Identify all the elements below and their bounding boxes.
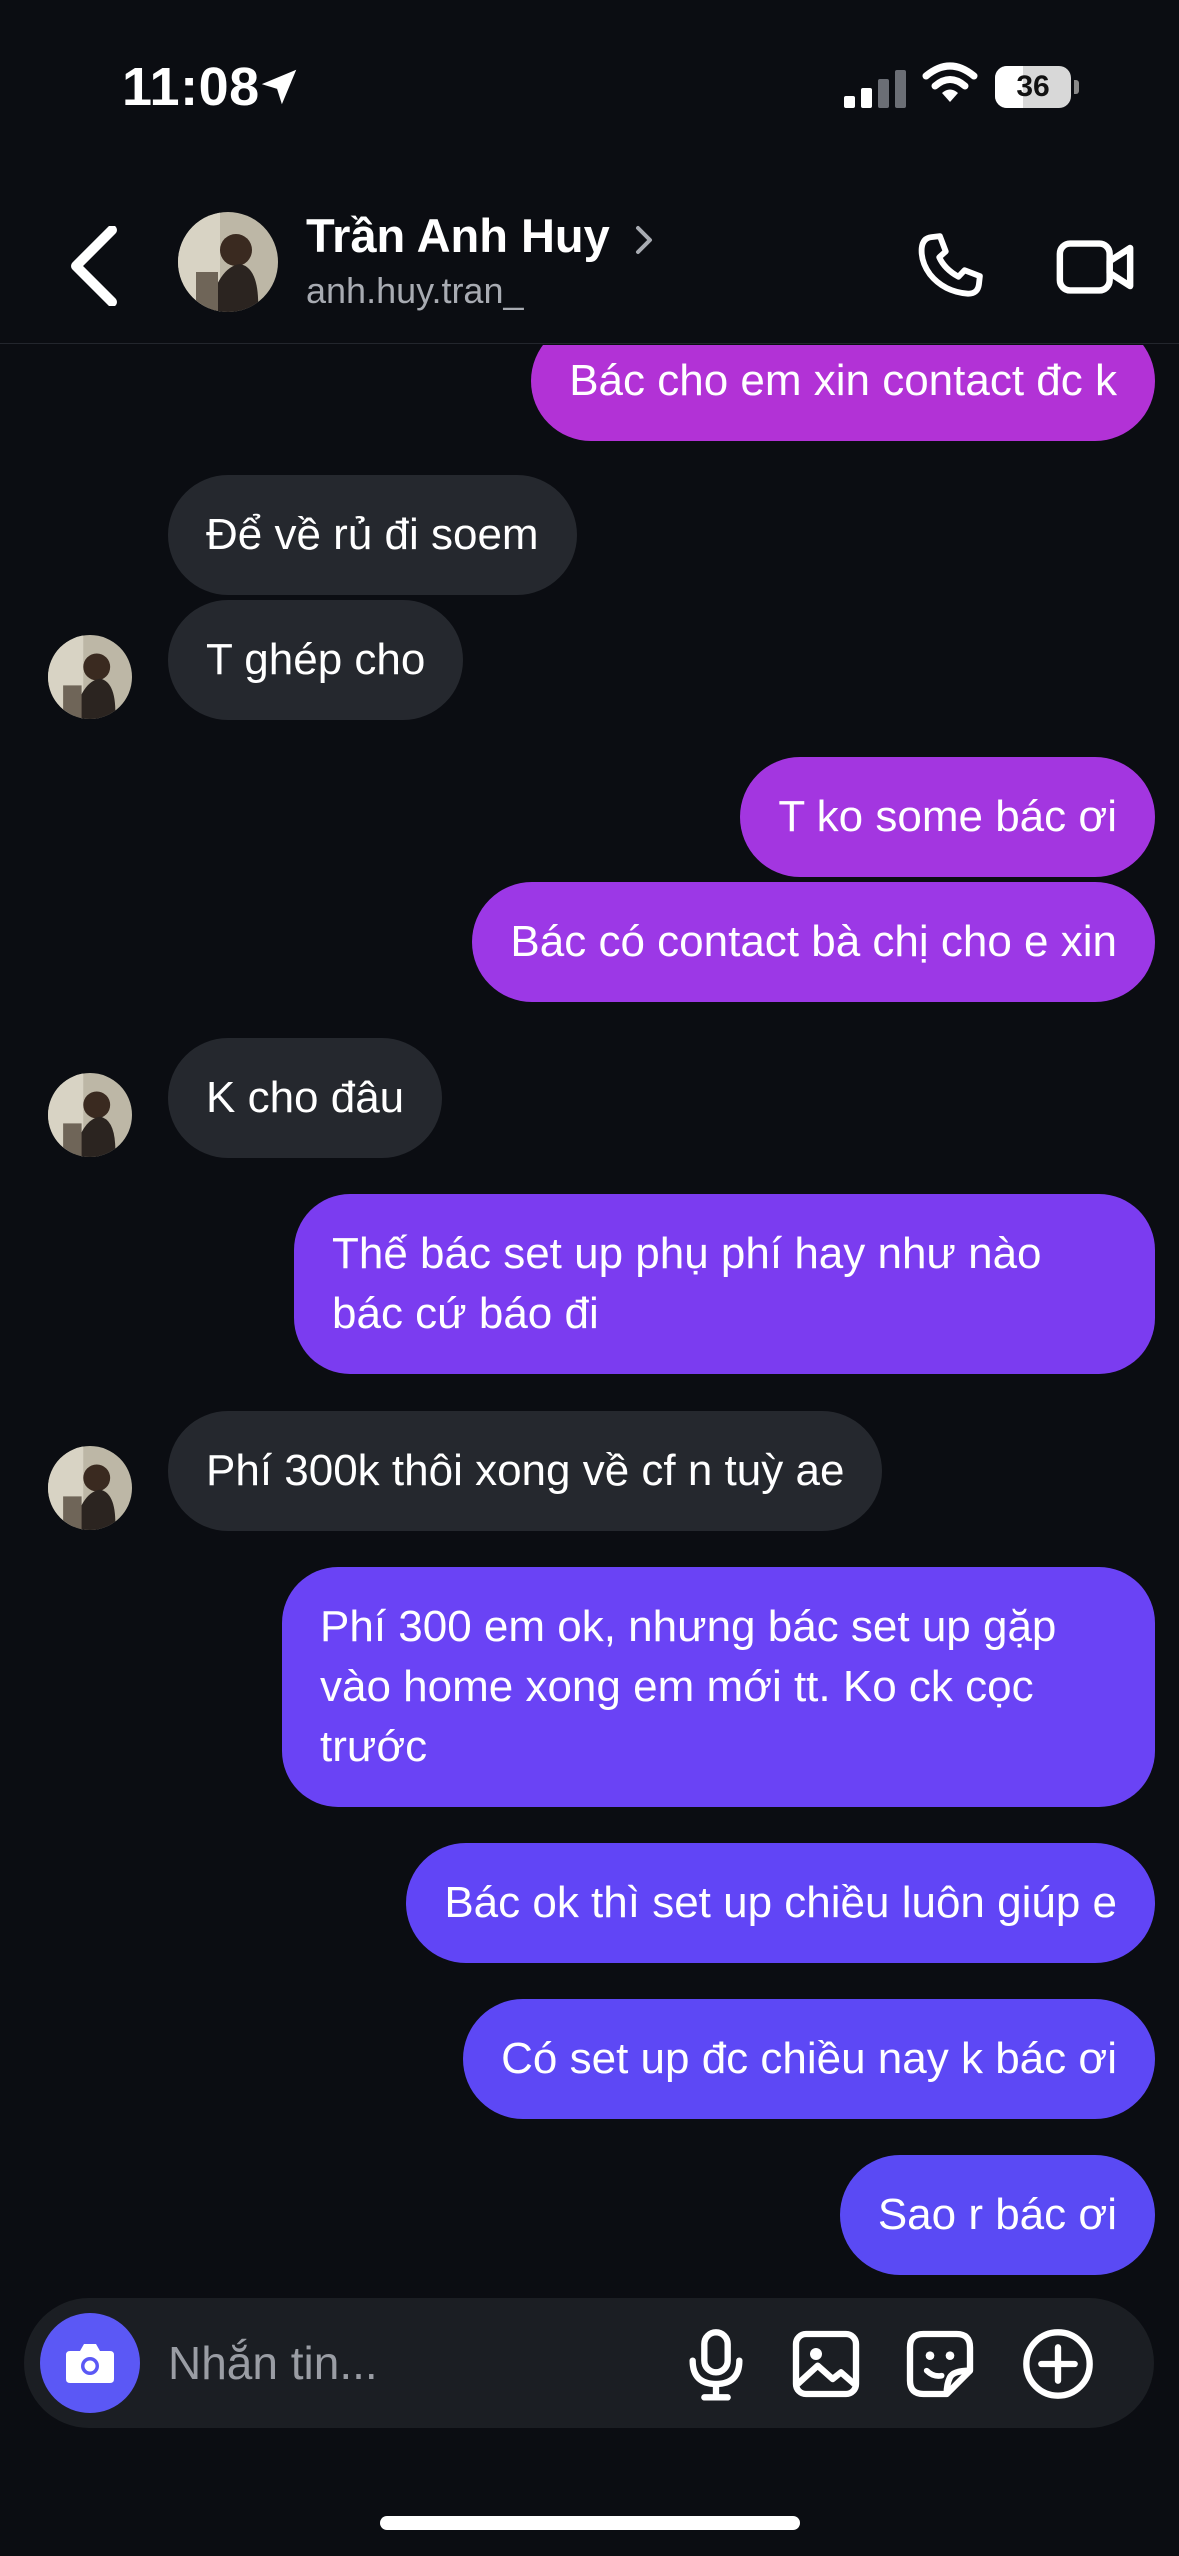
message-bubble-outgoing[interactable]: Bác cho em xin contact đc k bbox=[531, 345, 1155, 441]
chat-header: Trần Anh Huy anh.huy.tran_ bbox=[0, 190, 1179, 344]
message-bubble-outgoing[interactable]: T ko some bác ơi bbox=[740, 757, 1155, 877]
wifi-icon bbox=[922, 62, 978, 102]
message-input[interactable] bbox=[168, 2328, 628, 2398]
contact-avatar-small[interactable] bbox=[48, 635, 132, 719]
camera-button[interactable] bbox=[40, 2313, 140, 2413]
location-arrow-icon bbox=[261, 69, 297, 105]
contact-avatar[interactable] bbox=[178, 212, 278, 312]
message-bubble-outgoing[interactable]: Phí 300 em ok, nhưng bác set up gặp vào … bbox=[282, 1567, 1155, 1807]
video-camera-icon[interactable] bbox=[1054, 230, 1136, 304]
battery-indicator: 36 bbox=[995, 66, 1079, 108]
contact-name[interactable]: Trần Anh Huy bbox=[306, 208, 610, 263]
image-icon[interactable] bbox=[786, 2324, 866, 2404]
camera-icon bbox=[66, 2344, 114, 2383]
chevron-right-icon[interactable] bbox=[632, 220, 658, 260]
message-bubble-outgoing[interactable]: Sao r bác ơi bbox=[839, 2155, 1155, 2275]
home-indicator[interactable] bbox=[380, 2516, 800, 2530]
message-bubble-incoming[interactable]: Phí 300k thôi xong về cf n tuỳ ae bbox=[168, 1411, 883, 1531]
phone-icon[interactable] bbox=[910, 228, 988, 306]
plus-circle-icon[interactable] bbox=[1018, 2324, 1098, 2404]
sticker-icon[interactable] bbox=[900, 2324, 980, 2404]
battery-level-text: 36 bbox=[1016, 70, 1050, 103]
contact-avatar-small[interactable] bbox=[48, 1446, 132, 1530]
chat-screen: 11:08 36 Trần Anh Huy anh.huy.tran_ Bác … bbox=[0, 0, 1179, 2556]
message-bubble-incoming[interactable]: Để về rủ đi soem bbox=[168, 475, 577, 595]
message-composer bbox=[24, 2298, 1154, 2428]
message-bubble-outgoing[interactable]: Có set up đc chiều nay k bác ơi bbox=[463, 1999, 1155, 2119]
message-bubble-incoming[interactable]: K cho đâu bbox=[168, 1038, 443, 1158]
contact-handle[interactable]: anh.huy.tran_ bbox=[306, 270, 524, 312]
microphone-icon[interactable] bbox=[676, 2324, 756, 2404]
message-bubble-outgoing[interactable]: Bác ok thì set up chiều luôn giúp e bbox=[406, 1843, 1155, 1963]
message-bubble-outgoing[interactable]: Thế bác set up phụ phí hay như nào bác c… bbox=[294, 1194, 1155, 1374]
message-bubble-incoming[interactable]: T ghép cho bbox=[168, 600, 464, 720]
cellular-signal-icon bbox=[844, 70, 906, 108]
chevron-left-icon[interactable] bbox=[64, 226, 124, 306]
status-time: 11:08 bbox=[122, 57, 260, 117]
contact-avatar-small[interactable] bbox=[48, 1073, 132, 1157]
message-list[interactable]: Bác cho em xin contact đc k Để về rủ đi … bbox=[0, 345, 1179, 2280]
message-bubble-outgoing[interactable]: Bác có contact bà chị cho e xin bbox=[472, 882, 1155, 1002]
